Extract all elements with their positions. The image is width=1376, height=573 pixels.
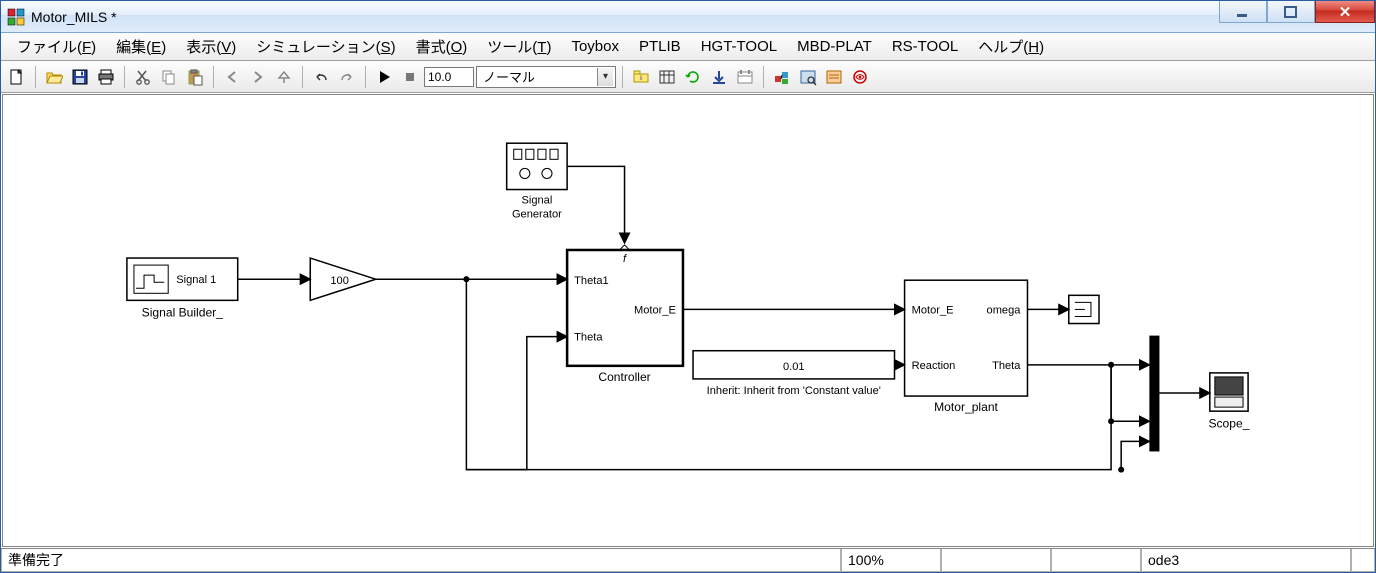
app-icon [7, 8, 25, 26]
svg-text:Theta: Theta [574, 332, 603, 344]
incremental-build-button[interactable] [655, 65, 679, 89]
status-grip [1351, 549, 1375, 572]
run-button[interactable] [372, 65, 396, 89]
application-window: Motor_MILS * ✕ ファイル(F) 編集(E) 表示(V) シミュレー… [0, 0, 1376, 573]
svg-text:Theta: Theta [992, 360, 1021, 372]
window-controls: ✕ [1219, 1, 1375, 32]
menu-toybox[interactable]: Toybox [561, 35, 629, 58]
refresh-button[interactable] [681, 65, 705, 89]
svg-text:0.01: 0.01 [783, 361, 805, 373]
status-bar: 準備完了 100% ode3 [1, 548, 1375, 572]
signal-builder-block[interactable]: Signal 1 [127, 258, 238, 300]
controller-label: Controller [598, 370, 650, 384]
menu-simulation[interactable]: シミュレーション(S) [246, 33, 405, 60]
open-button[interactable] [42, 65, 66, 89]
save-button[interactable] [68, 65, 92, 89]
menu-edit[interactable]: 編集(E) [106, 33, 176, 60]
build-button[interactable]: ⇩ [629, 65, 653, 89]
signal-builder-label: Signal Builder_ [142, 305, 224, 319]
library-browser-button[interactable] [770, 65, 794, 89]
close-button[interactable]: ✕ [1315, 1, 1375, 23]
svg-text:100: 100 [330, 275, 348, 287]
simulation-mode-select[interactable]: ノーマル ▾ [476, 66, 616, 88]
controller-block[interactable]: Theta1 Theta Motor_E f [567, 245, 683, 366]
title-bar[interactable]: Motor_MILS * ✕ [1, 1, 1375, 33]
constant-inherit-label: Inherit: Inherit from 'Constant value' [707, 385, 881, 397]
signal-generator-label-1: Signal [521, 195, 552, 207]
download-button[interactable] [707, 65, 731, 89]
svg-text:Motor_E: Motor_E [634, 304, 676, 316]
model-config-button[interactable] [822, 65, 846, 89]
calendar-button[interactable] [733, 65, 757, 89]
gain-block[interactable]: 100 [310, 258, 375, 300]
mux-block[interactable] [1149, 336, 1159, 452]
back-button[interactable] [220, 65, 244, 89]
minimize-button[interactable] [1219, 1, 1267, 23]
debug-button[interactable] [848, 65, 872, 89]
svg-text:Motor_E: Motor_E [912, 304, 954, 316]
svg-text:Reaction: Reaction [912, 360, 956, 372]
menu-rs-tool[interactable]: RS-TOOL [882, 35, 968, 58]
model-canvas[interactable]: Signal 1 Signal Builder_ 100 Signal Gene… [2, 94, 1374, 547]
status-solver: ode3 [1141, 549, 1351, 572]
diagram-svg: Signal 1 Signal Builder_ 100 Signal Gene… [3, 95, 1373, 546]
scope-block[interactable] [1210, 373, 1248, 411]
svg-text:omega: omega [987, 304, 1022, 316]
menu-bar: ファイル(F) 編集(E) 表示(V) シミュレーション(S) 書式(O) ツー… [1, 33, 1375, 61]
menu-ptlib[interactable]: PTLIB [629, 35, 691, 58]
menu-mbd-plat[interactable]: MBD-PLAT [787, 35, 882, 58]
menu-view[interactable]: 表示(V) [176, 33, 246, 60]
new-model-button[interactable] [5, 65, 29, 89]
copy-button[interactable] [157, 65, 181, 89]
terminator-block[interactable] [1069, 295, 1099, 323]
up-button[interactable] [272, 65, 296, 89]
simulation-mode-value: ノーマル [483, 67, 535, 86]
status-zoom: 100% [841, 549, 941, 572]
undo-button[interactable] [309, 65, 333, 89]
forward-button[interactable] [246, 65, 270, 89]
signal-generator-block[interactable] [507, 143, 567, 189]
model-explorer-button[interactable] [796, 65, 820, 89]
stop-button[interactable] [398, 65, 422, 89]
stop-time-input[interactable] [424, 67, 474, 87]
maximize-button[interactable] [1267, 1, 1315, 23]
menu-hgt-tool[interactable]: HGT-TOOL [691, 35, 787, 58]
scope-label: Scope_ [1208, 416, 1249, 430]
menu-file[interactable]: ファイル(F) [7, 33, 106, 60]
svg-text:Theta1: Theta1 [574, 275, 609, 287]
signal-generator-label-2: Generator [512, 209, 562, 221]
svg-text:Signal 1: Signal 1 [176, 274, 216, 286]
motor-plant-block[interactable]: Motor_E Reaction omega Theta [905, 280, 1028, 396]
menu-tools[interactable]: ツール(T) [477, 33, 561, 60]
paste-button[interactable] [183, 65, 207, 89]
menu-format[interactable]: 書式(O) [406, 33, 478, 60]
toolbar: ノーマル ▾ ⇩ [1, 61, 1375, 93]
chevron-down-icon: ▾ [597, 68, 613, 86]
menu-help[interactable]: ヘルプ(H) [968, 33, 1054, 60]
status-empty-1 [941, 549, 1051, 572]
status-ready: 準備完了 [1, 549, 841, 572]
svg-text:⇩: ⇩ [638, 75, 643, 82]
constant-block[interactable]: 0.01 [693, 351, 894, 379]
window-title: Motor_MILS * [31, 9, 117, 25]
motor-plant-label: Motor_plant [934, 400, 998, 414]
status-empty-2 [1051, 549, 1141, 572]
print-button[interactable] [94, 65, 118, 89]
cut-button[interactable] [131, 65, 155, 89]
redo-button[interactable] [335, 65, 359, 89]
